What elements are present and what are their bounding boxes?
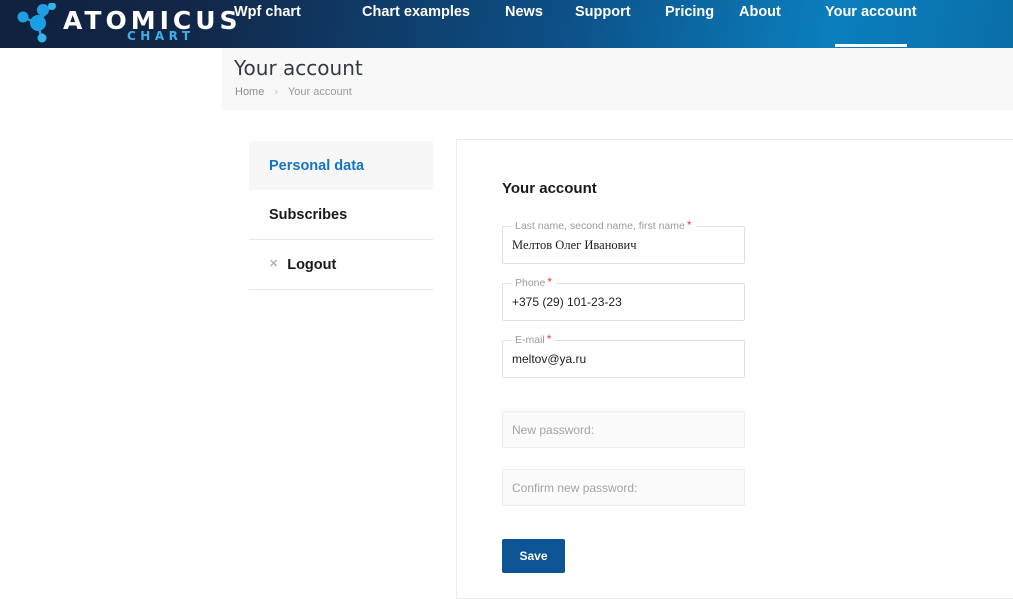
field-label-phone: Phone * [511, 275, 557, 290]
field-label-text: Phone [515, 277, 546, 289]
save-button[interactable]: Save [502, 539, 565, 573]
nav-label: About [739, 4, 781, 20]
page-header-band: Your account Home › Your account [222, 48, 1013, 110]
nav-label: News [505, 4, 543, 20]
breadcrumb-current: Your account [287, 86, 352, 98]
field-label-text: Last name, second name, first name [515, 220, 685, 232]
new-password-placeholder: New password: [512, 422, 595, 437]
nav-item-wpf-chart[interactable]: Wpf chart [234, 0, 301, 48]
brand-logo[interactable]: ATOMICUS CHART [8, 2, 238, 46]
field-label-full-name: Last name, second name, first name * [511, 219, 696, 233]
field-label-email: E-mail * [511, 332, 556, 347]
phone-value: +375 (29) 101-23-23 [512, 295, 622, 309]
form-spacer [502, 397, 745, 411]
confirm-password-placeholder: Confirm new password: [512, 480, 638, 495]
nav-item-news[interactable]: News [505, 0, 543, 48]
full-name-value: Мелтов Олег Иванович [512, 237, 637, 252]
top-navigation-bar: ATOMICUS CHART Wpf chart Chart examples … [0, 0, 1013, 48]
confirm-password-input[interactable]: Confirm new password: [502, 469, 745, 506]
form-title: Your account [502, 180, 597, 197]
sidebar-item-logout[interactable]: ✕ Logout [249, 240, 433, 289]
nav-item-chart-examples[interactable]: Chart examples [362, 0, 470, 48]
nav-item-about[interactable]: About [739, 0, 781, 48]
nav-label: Your account [825, 4, 917, 20]
account-sidebar: Personal data Subscribes ✕ Logout [249, 141, 433, 290]
nav-label: Support [575, 4, 631, 20]
breadcrumb-home[interactable]: Home [235, 86, 264, 98]
nav-label: Chart examples [362, 4, 470, 20]
nav-item-your-account[interactable]: Your account [825, 0, 917, 48]
breadcrumb: Home › Your account [235, 86, 352, 98]
molecule-icon [17, 3, 56, 43]
breadcrumb-separator: › [274, 86, 279, 98]
field-confirm-password: Confirm new password: [502, 469, 745, 506]
sidebar-item-subscribes[interactable]: Subscribes [249, 190, 433, 239]
field-phone: Phone * +375 (29) 101-23-23 [502, 276, 745, 321]
nav-label: Wpf chart [234, 4, 301, 20]
required-asterisk: * [546, 332, 552, 346]
sidebar-divider-bottom [249, 289, 433, 290]
field-full-name: Last name, second name, first name * Мелт… [502, 219, 745, 264]
field-label-text: E-mail [515, 334, 545, 346]
nav-item-support[interactable]: Support [575, 0, 631, 48]
required-asterisk: * [686, 218, 692, 232]
field-new-password: New password: [502, 411, 745, 448]
nav-item-pricing[interactable]: Pricing [665, 0, 714, 48]
sidebar-item-label: Personal data [269, 157, 365, 174]
email-value: meltov@ya.ru [512, 352, 587, 366]
required-asterisk: * [547, 275, 553, 289]
sidebar-item-personal-data[interactable]: Personal data [249, 141, 433, 190]
field-email: E-mail * meltov@ya.ru [502, 333, 745, 378]
close-icon: ✕ [269, 258, 279, 270]
account-form-card: Your account Last name, second name, fir… [456, 139, 1013, 599]
sidebar-item-label: Subscribes [269, 206, 348, 223]
page-title: Your account [234, 56, 363, 80]
new-password-input[interactable]: New password: [502, 411, 745, 448]
brand-subtitle: CHART [127, 29, 195, 43]
account-form: Last name, second name, first name * Мелт… [502, 219, 745, 573]
sidebar-item-label: Logout [287, 256, 337, 273]
nav-label: Pricing [665, 4, 715, 20]
nav-active-underline [834, 44, 907, 47]
